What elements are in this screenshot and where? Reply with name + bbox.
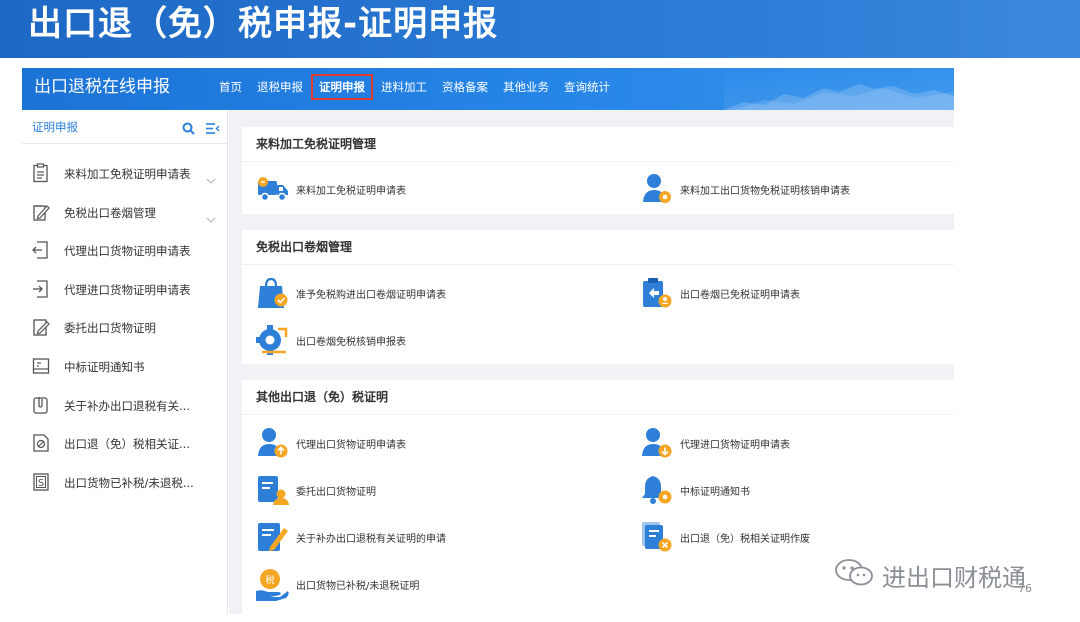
sidebar-item-label: 代理出口货物证明申请表 bbox=[64, 244, 191, 259]
watermark-text: 进出口财税通 bbox=[882, 563, 1026, 592]
sidebar-item-agency-import[interactable]: 代理进口货物证明申请表 bbox=[22, 270, 227, 309]
panel-title: 来料加工免税证明管理 bbox=[242, 127, 954, 162]
tile-label: 出口卷烟已免税证明申请表 bbox=[680, 290, 800, 301]
sidebar-item-entrusted-export[interactable]: 委托出口货物证明 bbox=[22, 308, 227, 347]
sidebar-item-processing-exemption[interactable]: 来料加工免税证明申请表 bbox=[22, 154, 227, 193]
main-nav: 首页 退税申报 证明申报 进料加工 资格备案 其他业务 查询统计 bbox=[212, 68, 618, 106]
bell-gear-icon bbox=[640, 473, 674, 507]
tile-label: 代理进口货物证明申请表 bbox=[680, 440, 790, 451]
clipboard-user-icon bbox=[640, 276, 674, 310]
edit-pen-icon bbox=[32, 202, 50, 222]
nav-home[interactable]: 首页 bbox=[212, 74, 249, 100]
sidebar-item-label: 中标证明通知书 bbox=[64, 359, 145, 374]
panel-cigarette-management: 免税出口卷烟管理 准予免税购进出口卷烟证明申请表 出口卷烟已免税证明申请表 出口… bbox=[242, 230, 954, 364]
sidebar-menu: 来料加工免税证明申请表 免税出口卷烟管理 代理出口货物证明申请表 代理进口货物证… bbox=[22, 144, 227, 501]
tile-label: 出口退（免）税相关证明作废 bbox=[680, 534, 810, 545]
import-doc-icon bbox=[32, 279, 50, 299]
export-doc-icon bbox=[32, 240, 50, 260]
chevron-down-icon[interactable] bbox=[206, 169, 216, 188]
tax-hand-icon: 税 bbox=[256, 567, 290, 601]
wechat-icon bbox=[834, 558, 874, 592]
sidebar-item-bid-notice[interactable]: 中标证明通知书 bbox=[22, 347, 227, 386]
sidebar-item-agency-export[interactable]: 代理出口货物证明申请表 bbox=[22, 231, 227, 270]
slide-title: 出口退（免）税申报-证明申报 bbox=[28, 4, 499, 44]
nav-other-business[interactable]: 其他业务 bbox=[496, 74, 556, 100]
tile-label: 关于补办出口退税有关证明的申请 bbox=[296, 534, 446, 545]
doc-cancel-icon bbox=[640, 520, 674, 554]
sidebar-item-label: 委托出口货物证明 bbox=[64, 321, 156, 336]
collapse-menu-icon[interactable] bbox=[206, 120, 220, 139]
tile-label: 中标证明通知书 bbox=[680, 487, 750, 498]
svg-text:税: 税 bbox=[265, 574, 274, 586]
panel-title: 其他出口退（免）税证明 bbox=[242, 380, 954, 415]
sidebar-item-label: 出口货物已补税/未退税... bbox=[64, 475, 194, 490]
svg-text:S: S bbox=[38, 478, 44, 489]
tile-label: 代理出口货物证明申请表 bbox=[296, 440, 406, 451]
wechat-watermark: 进出口财税通 bbox=[834, 558, 1026, 592]
sidebar-title: 证明申报 bbox=[32, 120, 78, 134]
sidebar: 证明申报 来料加工免税证明申请表 免税出口卷烟管理 代理出口货物证明申请表 代理… bbox=[22, 110, 228, 614]
user-download-icon bbox=[640, 426, 674, 460]
stamp-doc-icon bbox=[32, 433, 50, 453]
sidebar-item-label: 代理进口货物证明申请表 bbox=[64, 282, 191, 297]
page-number: 76 bbox=[1018, 582, 1032, 595]
nav-tax-refund-declaration[interactable]: 退税申报 bbox=[250, 74, 310, 100]
user-gear-icon bbox=[640, 172, 674, 206]
sidebar-item-label: 来料加工免税证明申请表 bbox=[64, 167, 191, 181]
tile-label: 来料加工出口货物免税证明核销申请表 bbox=[680, 186, 850, 197]
sidebar-item-label: 免税出口卷烟管理 bbox=[64, 205, 156, 220]
form-user-icon bbox=[256, 473, 290, 507]
tile-label: 出口卷烟免税核销申报表 bbox=[296, 337, 406, 348]
main-content: 来料加工免税证明管理 来料加工免税证明申请表 来料加工出口货物免税证明核销申请表… bbox=[229, 110, 954, 614]
paperclip-doc-icon bbox=[32, 395, 50, 415]
shopping-bag-check-icon bbox=[256, 276, 290, 310]
tile-label: 准予免税购进出口卷烟证明申请表 bbox=[296, 290, 446, 301]
sidebar-item-label: 出口退（免）税相关证... bbox=[64, 437, 190, 452]
nav-processing-with-imported-materials[interactable]: 进料加工 bbox=[374, 74, 434, 100]
edit-doc-icon bbox=[32, 317, 50, 337]
s-doc-icon: S bbox=[32, 472, 50, 492]
sidebar-item-supplementary-tax[interactable]: S 出口货物已补税/未退税... bbox=[22, 463, 227, 502]
notice-board-icon bbox=[32, 356, 50, 376]
tile-label: 委托出口货物证明 bbox=[296, 487, 376, 498]
sidebar-item-label: 关于补办出口退税有关... bbox=[64, 398, 190, 413]
panel-processing-exemption: 来料加工免税证明管理 来料加工免税证明申请表 来料加工出口货物免税证明核销申请表 bbox=[242, 127, 954, 214]
search-icon[interactable] bbox=[182, 120, 195, 139]
clipboard-list-icon bbox=[32, 163, 50, 183]
chevron-down-icon[interactable] bbox=[206, 208, 216, 227]
sidebar-header: 证明申报 bbox=[22, 110, 227, 144]
slide-title-banner: 出口退（免）税申报-证明申报 bbox=[0, 0, 1080, 58]
app-title: 出口退税在线申报 bbox=[34, 77, 170, 97]
sidebar-item-cigarette-management[interactable]: 免税出口卷烟管理 bbox=[22, 193, 227, 232]
nav-certificate-declaration[interactable]: 证明申报 bbox=[311, 74, 373, 100]
tile-label: 来料加工免税证明申请表 bbox=[296, 186, 406, 197]
doc-pen-icon bbox=[256, 520, 290, 554]
tile-label: 出口货物已补税/未退税证明 bbox=[296, 581, 420, 592]
app-window: 出口退税在线申报 首页 退税申报 证明申报 进料加工 资格备案 其他业务 查询统… bbox=[22, 68, 954, 614]
nav-query-statistics[interactable]: 查询统计 bbox=[557, 74, 617, 100]
sidebar-item-reissue-application[interactable]: 关于补办出口退税有关... bbox=[22, 386, 227, 425]
user-upload-icon bbox=[256, 426, 290, 460]
nav-qualification-filing[interactable]: 资格备案 bbox=[435, 74, 495, 100]
gear-cycle-icon bbox=[256, 323, 290, 357]
truck-icon bbox=[256, 172, 290, 206]
top-nav-bar: 出口退税在线申报 首页 退税申报 证明申报 进料加工 资格备案 其他业务 查询统… bbox=[22, 68, 954, 110]
great-wall-decoration bbox=[724, 68, 954, 110]
panel-title: 免税出口卷烟管理 bbox=[242, 230, 954, 265]
sidebar-item-related-certificate[interactable]: 出口退（免）税相关证... bbox=[22, 424, 227, 463]
